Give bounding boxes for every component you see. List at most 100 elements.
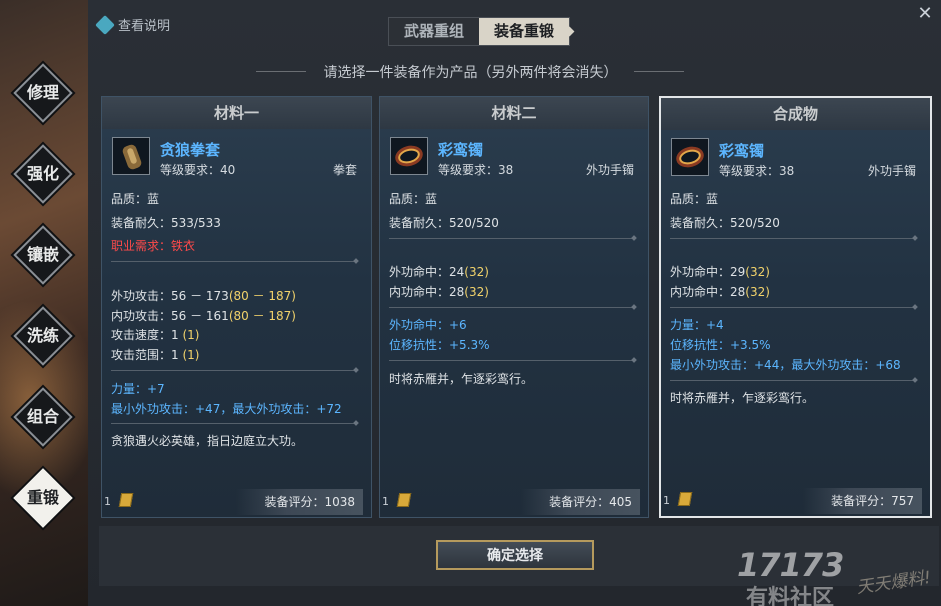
scroll-icon	[118, 493, 134, 507]
stat-line: 内功命中：28(32)	[670, 284, 770, 300]
divider	[670, 307, 915, 308]
result-card[interactable]: 合成物 彩鸾镯 等级要求：38 外功手镯 品质：蓝 装备耐久：520/520 外…	[659, 96, 932, 518]
divider	[389, 360, 634, 361]
quality-text: 品质：蓝	[111, 192, 160, 206]
item-type: 拳套	[332, 163, 357, 177]
stat-label: 外功命中：24	[389, 265, 465, 279]
watermark-brand: 17173	[737, 546, 844, 584]
confirm-button[interactable]: 确定选择	[436, 540, 594, 570]
durability-text: 装备耐久：533/533	[111, 216, 221, 230]
stat-line: 内功攻击：56 － 161(80 － 187)	[111, 308, 296, 324]
nav-reforge[interactable]: 重锻	[13, 468, 73, 528]
item-level: 等级要求：38	[438, 163, 514, 177]
stat-label: 内功命中：28	[670, 285, 746, 299]
bracelet-icon	[390, 137, 428, 175]
stat-bonus: (1)	[182, 348, 200, 362]
item-type: 外功手镯	[585, 163, 634, 177]
instruction-text: 请选择一件装备作为产品（另外两件将会消失）	[323, 65, 618, 81]
quality-line: 品质：蓝	[389, 191, 437, 207]
tab-weapon-recombine[interactable]: 武器重组	[389, 18, 479, 45]
nav-label: 洗练	[26, 326, 59, 345]
card-title: 材料一	[102, 97, 371, 129]
stat-label: 外功攻击：56 － 173	[111, 289, 229, 303]
attr-line: 最小外功攻击：+44，最大外功攻击：+68	[670, 358, 901, 372]
nav-repair[interactable]: 修理	[13, 63, 73, 123]
help-link[interactable]: 查看说明	[95, 14, 171, 35]
stat-bonus: (32)	[464, 285, 489, 299]
divider	[389, 307, 634, 308]
item-header: 彩鸾镯 等级要求：38 外功手镯	[380, 137, 648, 183]
help-label: 查看说明	[118, 19, 171, 34]
item-level: 等级要求：40	[160, 163, 236, 177]
stat-label: 内功命中：28	[389, 285, 465, 299]
watermark-sub: 有料社区	[746, 586, 835, 606]
attr-line: 力量：+7	[111, 382, 165, 396]
attr-line: 力量：+4	[670, 318, 724, 332]
equipment-score: 装备评分：1038	[236, 489, 363, 515]
stat-bonus: (1)	[182, 328, 200, 342]
divider	[111, 261, 356, 262]
item-count: 1	[663, 494, 670, 507]
item-name: 彩鸾镯	[719, 142, 765, 160]
nav-label: 强化	[26, 164, 59, 183]
requirement-text: 职业需求：铁衣	[111, 239, 196, 253]
divider	[670, 238, 915, 239]
item-count: 1	[104, 495, 111, 508]
nav-combine[interactable]: 组合	[13, 387, 73, 447]
quality-line: 品质：蓝	[111, 191, 159, 207]
stat-line: 外功攻击：56 － 173(80 － 187)	[111, 288, 296, 304]
divider	[634, 71, 684, 72]
item-description: 时将赤雁并，乍逐彩鸾行。	[670, 391, 815, 405]
stat-label: 外功命中：29	[670, 265, 746, 279]
divider	[670, 380, 915, 381]
equipment-score: 装备评分：757	[803, 488, 922, 514]
nav-refine[interactable]: 洗练	[13, 306, 73, 366]
stat-bonus: (80 － 187)	[228, 309, 296, 323]
nav-label: 重锻	[26, 488, 59, 507]
durability-text: 装备耐久：520/520	[670, 216, 780, 230]
tab-bar: 武器重组 装备重锻	[388, 17, 575, 46]
stat-line: 攻击范围：1 (1)	[111, 347, 199, 363]
stat-label: 攻击速度：1	[111, 328, 179, 342]
nav-enhance[interactable]: 强化	[13, 144, 73, 204]
bracelet-icon	[671, 138, 709, 176]
stat-bonus: (32)	[745, 265, 770, 279]
close-icon[interactable]: ✕	[915, 4, 935, 24]
quality-text: 品质：蓝	[670, 192, 719, 206]
scroll-icon	[396, 493, 412, 507]
item-description: 时将赤雁并，乍逐彩鸾行。	[389, 372, 534, 386]
attr-line: 最小外功攻击：+47，最大外功攻击：+72	[111, 402, 342, 416]
equipment-score: 装备评分：405	[521, 489, 640, 515]
scroll-icon	[677, 492, 693, 506]
nav-label: 组合	[26, 407, 59, 426]
durability-text: 装备耐久：520/520	[389, 216, 499, 230]
item-description: 贪狼遇火必英雄，指日边庭立大功。	[111, 434, 304, 448]
nav-label: 镶嵌	[26, 245, 59, 264]
item-header: 彩鸾镯 等级要求：38 外功手镯	[661, 138, 930, 184]
attr-line: 位移抗性：+5.3%	[389, 338, 490, 352]
material-card-1[interactable]: 材料一 贪狼拳套 等级要求：40 拳套 品质：蓝 装备耐久：533/533 职业…	[101, 96, 372, 518]
material-card-2[interactable]: 材料二 彩鸾镯 等级要求：38 外功手镯 品质：蓝 装备耐久：520/520 外…	[379, 96, 649, 518]
item-name: 彩鸾镯	[438, 141, 484, 159]
card-footer: 1 装备评分：757	[661, 486, 930, 516]
quality-line: 品质：蓝	[670, 191, 718, 207]
help-icon	[95, 14, 115, 35]
stat-line: 内功命中：28(32)	[389, 284, 489, 300]
card-title: 材料二	[380, 97, 648, 129]
item-name: 贪狼拳套	[160, 141, 221, 159]
stat-label: 内功攻击：56 － 161	[111, 309, 229, 323]
stat-line: 外功命中：24(32)	[389, 264, 489, 280]
stat-bonus: (32)	[464, 265, 489, 279]
card-title: 合成物	[661, 98, 930, 130]
stat-bonus: (80 － 187)	[228, 289, 296, 303]
item-type: 外功手镯	[867, 164, 916, 178]
tab-equipment-reforge[interactable]: 装备重锻	[479, 18, 575, 45]
tab-equipment-reforge-label: 装备重锻	[493, 22, 554, 40]
nav-inlay[interactable]: 镶嵌	[13, 225, 73, 285]
item-count: 1	[382, 495, 389, 508]
stat-label: 攻击范围：1	[111, 348, 179, 362]
card-footer: 1 装备评分：405	[380, 487, 648, 517]
stat-line: 攻击速度：1 (1)	[111, 327, 199, 343]
stat-bonus: (32)	[745, 285, 770, 299]
item-header: 贪狼拳套 等级要求：40 拳套	[102, 137, 371, 183]
